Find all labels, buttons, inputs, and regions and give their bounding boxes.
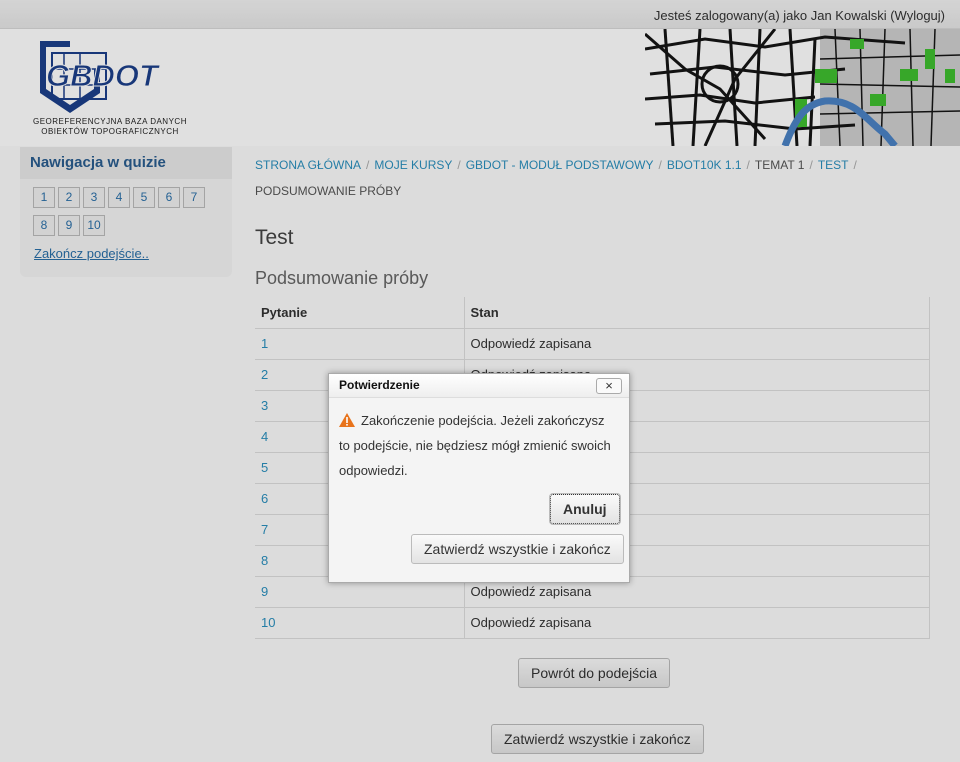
- confirm-submit-button[interactable]: Zatwierdź wszystkie i zakończ: [411, 534, 624, 564]
- dialog-message-line2: to podejście, nie będziesz mógł zmienić …: [339, 438, 611, 453]
- warning-icon: [339, 413, 355, 427]
- close-icon[interactable]: ×: [596, 378, 622, 394]
- dialog-title: Potwierdzenie: [329, 374, 629, 398]
- dialog-message-line1: Zakończenie podejścia. Jeżeli zakończysz: [361, 413, 605, 428]
- cancel-button[interactable]: Anuluj: [549, 493, 621, 525]
- dialog-message-line3: odpowiedzi.: [339, 463, 408, 478]
- confirmation-dialog: Potwierdzenie × Zakończenie podejścia. J…: [328, 373, 630, 583]
- dialog-message: Zakończenie podejścia. Jeżeli zakończysz…: [339, 408, 621, 483]
